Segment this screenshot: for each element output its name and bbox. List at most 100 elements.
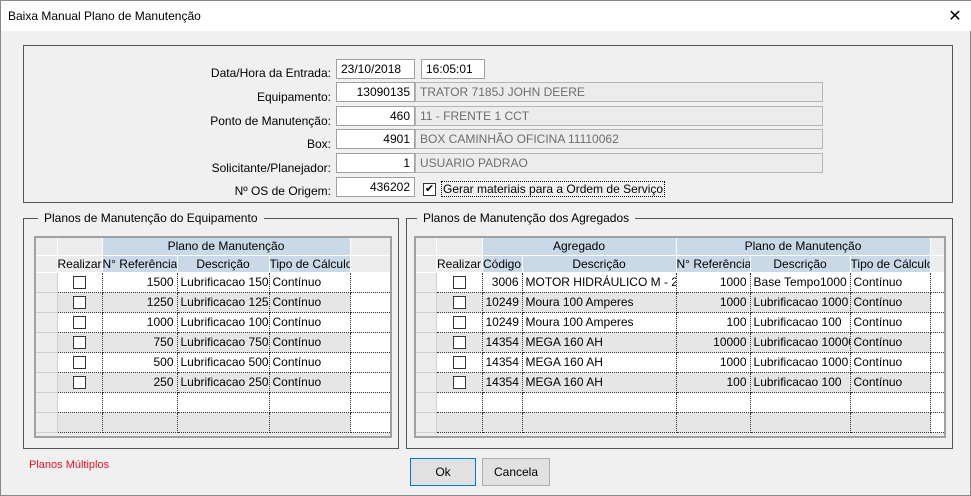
realizar-checkbox[interactable] [73,296,86,310]
realizar-cell[interactable] [57,292,103,313]
equip-plans-grid[interactable]: Plano de Manutenção Realizar N° Referênci… [34,236,392,438]
table-row[interactable]: 750 Lubrificacao 750 Contínuo [36,332,390,353]
realizar-cell[interactable] [436,352,483,373]
row-header[interactable] [36,352,58,373]
realizar-checkbox[interactable] [73,376,86,390]
row-header[interactable] [416,292,437,313]
table-row[interactable] [36,392,390,413]
codigo-cell: 14354 [482,352,523,373]
os-field[interactable]: 436202 [336,177,415,197]
table-row[interactable]: 14354 MEGA 160 AH 1000 Lubrificacao 1000 Con… [416,352,944,373]
col-agregado-descricao[interactable]: Descrição [522,255,677,273]
cancela-button[interactable]: Cancela [482,458,550,486]
table-row[interactable]: 1000 Lubrificacao 1000 Contínuo [36,312,390,333]
table-row[interactable]: 500 Lubrificacao 500 Contínuo [36,352,390,373]
realizar-checkbox[interactable] [73,356,86,370]
col-realizar[interactable]: Realizar [57,255,103,273]
filler-cell [350,392,390,413]
row-header[interactable] [36,272,58,293]
row-header[interactable] [36,312,58,333]
realizar-checkbox[interactable] [73,316,86,330]
tipo-cell: Contínuo [850,292,931,313]
realizar-cell[interactable] [436,372,483,393]
close-icon[interactable]: ✕ [945,6,965,26]
filler-cell [930,292,944,313]
agreg-plans-title: Planos de Manutenção dos Agregados [417,211,636,225]
tipo-cell: Contínuo [269,352,351,373]
realizar-cell[interactable] [57,312,103,333]
col-realizar[interactable]: Realizar [436,255,483,273]
realizar-cell[interactable] [436,412,483,433]
checkbox-checked-icon[interactable]: ✔ [423,182,436,196]
row-header[interactable] [416,392,437,413]
realizar-cell[interactable] [436,292,483,313]
planos-multiplos-link[interactable]: Planos Múltiplos [29,459,109,471]
table-row[interactable]: 14354 MEGA 160 AH 100 Lubrificacao 100 Contí… [416,372,944,393]
realizar-checkbox[interactable] [452,316,466,330]
col-codigo[interactable]: Código [482,255,523,273]
row-header[interactable] [36,412,58,433]
row-header[interactable] [416,372,437,393]
table-row[interactable] [416,412,944,433]
table-row[interactable]: 1500 Lubrificacao 1500 Contínuo [36,272,390,293]
realizar-cell[interactable] [57,372,103,393]
row-header[interactable] [416,272,437,293]
row-header[interactable] [416,412,437,433]
table-row[interactable] [416,392,944,413]
realizar-cell[interactable] [436,312,483,333]
equipamento-label: Equipamento: [256,90,331,104]
realizar-cell[interactable] [57,392,103,413]
realizar-checkbox[interactable] [452,336,466,350]
table-row[interactable]: 250 Lubrificacao 250 Contínuo [36,372,390,393]
agreg-plans-grid[interactable]: Agregado Plano de Manutenção Realizar Códi… [414,236,946,438]
realizar-cell[interactable] [57,272,103,293]
box-codigo-field[interactable]: 4901 [336,129,415,149]
ponto-codigo-field[interactable]: 460 [336,106,415,126]
col-tipo[interactable]: Tipo de Cálculo [269,255,351,273]
realizar-cell[interactable] [57,352,103,373]
table-row[interactable]: 10249 Moura 100 Amperes 1000 Lubrificacao 1… [416,292,944,313]
realizar-checkbox[interactable] [73,336,86,350]
realizar-checkbox[interactable] [452,356,466,370]
ref-cell: 1000 [676,352,751,373]
realizar-checkbox[interactable] [452,376,466,390]
col-tipo[interactable]: Tipo de Cálculo [850,255,931,273]
table-row[interactable]: 10249 Moura 100 Amperes 100 Lubrificacao 10… [416,312,944,333]
row-header[interactable] [36,392,58,413]
filler-cell [930,312,944,333]
equipamento-codigo-field[interactable]: 13090135 [336,82,415,102]
gerar-materiais-checkbox[interactable]: ✔ Gerar materiais para a Ordem de Serviç… [423,181,666,197]
realizar-cell[interactable] [57,412,103,433]
filler-cell [930,372,944,393]
col-plano-descricao[interactable]: Descrição [750,255,851,273]
table-row[interactable]: 3006 MOTOR HIDRÁULICO M - 24 1000 Base Temp… [416,272,944,293]
ok-button[interactable]: Ok [410,458,476,486]
realizar-cell[interactable] [436,332,483,353]
row-header[interactable] [416,352,437,373]
realizar-cell[interactable] [57,332,103,353]
codigo-cell: 14354 [482,332,523,353]
table-row[interactable]: 14354 MEGA 160 AH 10000 Lubrificacao 10000 C… [416,332,944,353]
table-row[interactable]: 1250 Lubrificacao 1250 Contínuo [36,292,390,313]
realizar-cell[interactable] [436,392,483,413]
row-header[interactable] [416,332,437,353]
realizar-checkbox[interactable] [73,276,86,290]
col-referencia[interactable]: N° Referência [676,255,751,273]
row-header[interactable] [36,372,58,393]
col-descricao[interactable]: Descrição [177,255,270,273]
col-referencia[interactable]: N° Referência [102,255,178,273]
row-header[interactable] [36,332,58,353]
row-header[interactable] [416,312,437,333]
realizar-checkbox[interactable] [452,276,466,290]
realizar-cell[interactable] [436,272,483,293]
desc-cell: Lubrificacao 10000 [750,332,851,353]
hora-field[interactable]: 16:05:01 [421,59,485,79]
ref-cell [676,412,751,433]
table-row[interactable] [36,412,390,433]
solicitante-codigo-field[interactable]: 1 [336,153,415,173]
tipo-cell: Contínuo [850,352,931,373]
data-field[interactable]: 23/10/2018 [336,59,415,79]
realizar-checkbox[interactable] [452,296,466,310]
row-header[interactable] [36,292,58,313]
filler-cell [930,412,944,433]
